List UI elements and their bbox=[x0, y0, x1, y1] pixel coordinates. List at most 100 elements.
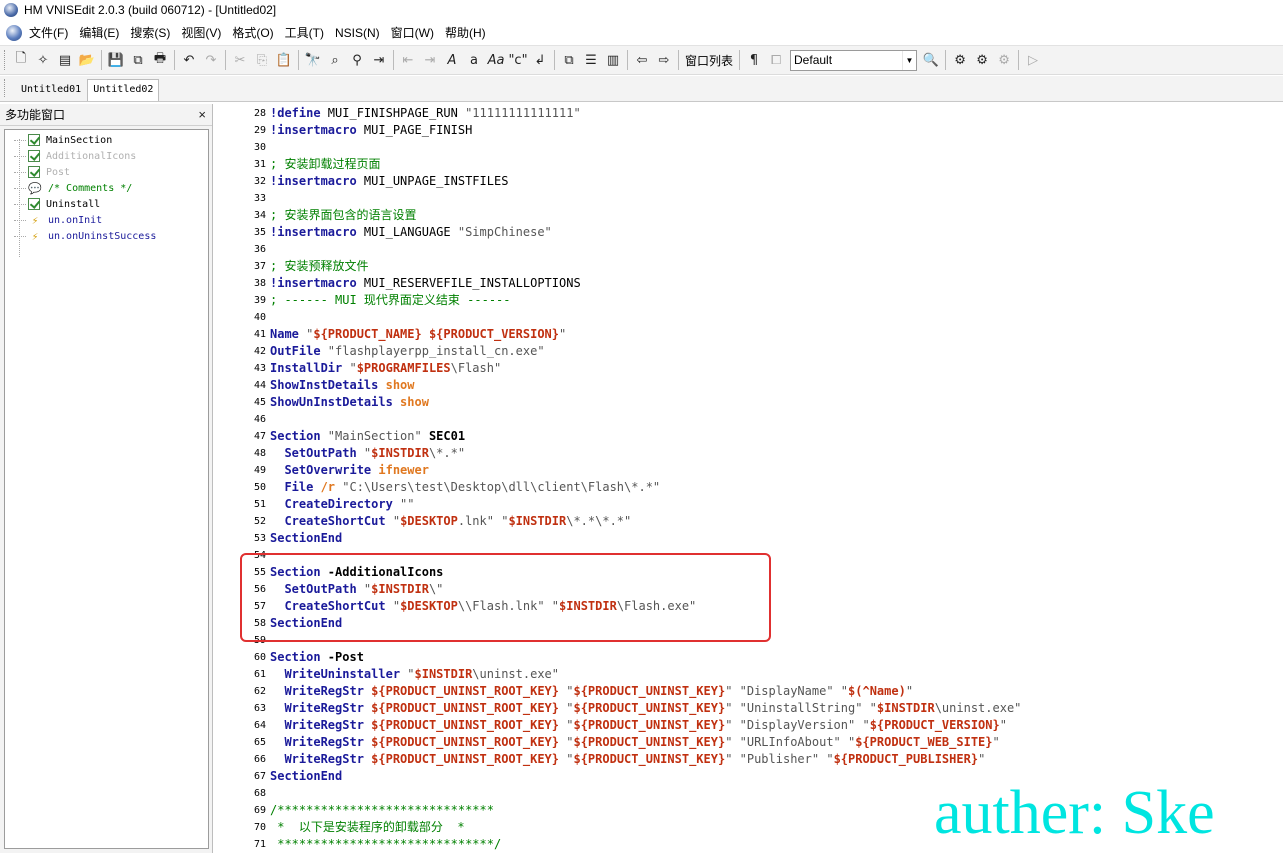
open-folder-icon[interactable]: 📂 bbox=[76, 49, 98, 71]
code-line[interactable]: /****************************** bbox=[270, 802, 494, 819]
indent-icon[interactable]: ⇤ bbox=[397, 49, 419, 71]
goto-line-icon[interactable]: ⇥ bbox=[368, 49, 390, 71]
properties-icon[interactable]: ⧠ bbox=[765, 49, 787, 71]
close-icon[interactable]: × bbox=[198, 107, 206, 122]
tree-item[interactable]: Uninstall bbox=[14, 196, 100, 212]
code-line[interactable]: WriteRegStr ${PRODUCT_UNINST_ROOT_KEY} "… bbox=[270, 751, 985, 768]
tab-untitled02[interactable]: Untitled02 bbox=[87, 79, 160, 101]
code-line[interactable]: Section -Post bbox=[270, 649, 364, 666]
checkbox-checked-icon[interactable] bbox=[28, 134, 40, 146]
inspect-icon[interactable]: 🔍 bbox=[920, 49, 942, 71]
window-list-button[interactable]: 窗口列表 bbox=[682, 52, 736, 69]
tree-item[interactable]: MainSection bbox=[14, 132, 112, 148]
paste-icon[interactable]: 📋 bbox=[273, 49, 295, 71]
lowercase-icon[interactable]: a bbox=[463, 49, 485, 71]
menu-view[interactable]: 视图(V) bbox=[180, 23, 222, 42]
code-line[interactable]: WriteRegStr ${PRODUCT_UNINST_ROOT_KEY} "… bbox=[270, 717, 1007, 734]
replace-icon[interactable]: ⚲ bbox=[346, 49, 368, 71]
copy-icon[interactable]: ⎘ bbox=[251, 49, 273, 71]
checkbox-checked-icon[interactable] bbox=[28, 198, 40, 210]
redo-icon[interactable]: ↷ bbox=[200, 49, 222, 71]
code-line[interactable]: !define MUI_FINISHPAGE_RUN "111111111111… bbox=[270, 105, 581, 122]
paragraph-icon[interactable]: ¶ bbox=[743, 49, 765, 71]
save-icon[interactable]: 💾 bbox=[105, 49, 127, 71]
quote-icon[interactable]: "c" bbox=[507, 49, 529, 71]
code-line[interactable]: ShowInstDetails show bbox=[270, 377, 415, 394]
code-line[interactable]: Name "${PRODUCT_NAME} ${PRODUCT_VERSION}… bbox=[270, 326, 566, 343]
menu-search[interactable]: 搜索(S) bbox=[129, 23, 171, 42]
wrap-icon[interactable]: ↲ bbox=[529, 49, 551, 71]
code-line[interactable]: !insertmacro MUI_LANGUAGE "SimpChinese" bbox=[270, 224, 552, 241]
code-line[interactable]: WriteRegStr ${PRODUCT_UNINST_ROOT_KEY} "… bbox=[270, 700, 1021, 717]
section-tree: MainSection AdditionalIcons Post 💬 /* Co… bbox=[4, 129, 209, 849]
font-case-icon[interactable]: Aa bbox=[485, 49, 507, 71]
code-line[interactable]: CreateShortCut "$DESKTOP.lnk" "$INSTDIR\… bbox=[270, 513, 631, 530]
menu-help[interactable]: 帮助(H) bbox=[444, 23, 487, 42]
next-window-icon[interactable]: ⇨ bbox=[653, 49, 675, 71]
chevron-down-icon[interactable]: ▼ bbox=[902, 50, 916, 70]
code-editor[interactable]: 28 29 30 31 32 33 34 35 36 37 38 39 40 41 42 43 44 45 46 47… bbox=[214, 104, 1283, 853]
mdi-system-icon[interactable] bbox=[6, 24, 22, 41]
font-italic-icon[interactable]: A bbox=[441, 49, 463, 71]
code-token: ; 安装卸载过程页面 bbox=[270, 157, 381, 171]
code-line[interactable]: * 以下是安装程序的卸载部分 * bbox=[270, 819, 464, 836]
code-line[interactable]: ; 安装预释放文件 bbox=[270, 258, 368, 275]
new-file-icon[interactable]: 🗋 bbox=[10, 49, 32, 71]
menu-format[interactable]: 格式(O) bbox=[231, 23, 274, 42]
code-line[interactable]: WriteUninstaller "$INSTDIR\uninst.exe" bbox=[270, 666, 559, 683]
tree-item[interactable]: AdditionalIcons bbox=[14, 148, 136, 164]
cascade-windows-icon[interactable]: ⧉ bbox=[558, 49, 580, 71]
tree-item[interactable]: ⚡ un.onUninstSuccess bbox=[14, 228, 156, 244]
code-line[interactable]: Section "MainSection" SEC01 bbox=[270, 428, 465, 445]
compile-icon[interactable]: ⚙ bbox=[949, 49, 971, 71]
code-line[interactable]: ; 安装界面包含的语言设置 bbox=[270, 207, 416, 224]
find-next-icon[interactable]: ⌕ bbox=[324, 49, 346, 71]
code-line[interactable]: InstallDir "$PROGRAMFILES\Flash" bbox=[270, 360, 501, 377]
menu-nsis[interactable]: NSIS(N) bbox=[334, 25, 381, 41]
tile-vertical-icon[interactable]: ▥ bbox=[602, 49, 624, 71]
outdent-icon[interactable]: ⇥ bbox=[419, 49, 441, 71]
code-line[interactable]: WriteRegStr ${PRODUCT_UNINST_ROOT_KEY} "… bbox=[270, 683, 913, 700]
code-line[interactable]: File /r "C:\Users\test\Desktop\dll\clien… bbox=[270, 479, 660, 496]
checkbox-checked-icon[interactable] bbox=[28, 166, 40, 178]
find-icon[interactable]: 🔭 bbox=[302, 49, 324, 71]
code-line[interactable]: SectionEnd bbox=[270, 530, 342, 547]
menu-edit[interactable]: 编辑(E) bbox=[78, 23, 120, 42]
code-line[interactable]: ShowUnInstDetails show bbox=[270, 394, 429, 411]
code-line[interactable]: ******************************/ bbox=[270, 836, 501, 853]
code-line[interactable]: SectionEnd bbox=[270, 768, 342, 785]
compile-run-icon[interactable]: ⚙ bbox=[971, 49, 993, 71]
template-icon[interactable]: ▤ bbox=[54, 49, 76, 71]
tree-item[interactable]: 💬 /* Comments */ bbox=[14, 180, 132, 196]
code-line[interactable]: SetOverwrite ifnewer bbox=[270, 462, 429, 479]
code-line[interactable]: WriteRegStr ${PRODUCT_UNINST_ROOT_KEY} "… bbox=[270, 734, 999, 751]
tile-horizontal-icon[interactable]: ☰ bbox=[580, 49, 602, 71]
code-line[interactable]: CreateDirectory "" bbox=[270, 496, 414, 513]
code-line[interactable]: SetOutPath "$INSTDIR\*.*" bbox=[270, 445, 465, 462]
style-combo[interactable]: Default ▼ bbox=[790, 49, 918, 71]
code-line[interactable]: !insertmacro MUI_UNPAGE_INSTFILES bbox=[270, 173, 508, 190]
tree-item[interactable]: ⚡ un.onInit bbox=[14, 212, 102, 228]
code-line[interactable]: ; ------ MUI 现代界面定义结束 ------ bbox=[270, 292, 511, 309]
tree-item[interactable]: Post bbox=[14, 164, 70, 180]
wizard-icon[interactable]: ✧ bbox=[32, 49, 54, 71]
save-all-icon[interactable]: ⧉ bbox=[127, 49, 149, 71]
code-line[interactable]: !insertmacro MUI_RESERVEFILE_INSTALLOPTI… bbox=[270, 275, 581, 292]
code-line[interactable]: OutFile "flashplayerpp_install_cn.exe" bbox=[270, 343, 545, 360]
menu-window[interactable]: 窗口(W) bbox=[390, 23, 435, 42]
toolbar-grip[interactable] bbox=[4, 50, 7, 70]
checkbox-checked-icon[interactable] bbox=[28, 150, 40, 162]
play-icon[interactable]: ▷ bbox=[1022, 49, 1044, 71]
menu-tools[interactable]: 工具(T) bbox=[284, 23, 325, 42]
cut-icon[interactable]: ✂ bbox=[229, 49, 251, 71]
tab-untitled01[interactable]: Untitled01 bbox=[15, 79, 87, 101]
print-icon[interactable]: 🖶 bbox=[149, 49, 171, 71]
tabs-grip[interactable] bbox=[4, 79, 7, 97]
code-line[interactable]: ; 安装卸载过程页面 bbox=[270, 156, 380, 173]
test-installer-icon[interactable]: ⚙ bbox=[993, 49, 1015, 71]
menu-file[interactable]: 文件(F) bbox=[28, 23, 69, 42]
code-line[interactable]: !insertmacro MUI_PAGE_FINISH bbox=[270, 122, 472, 139]
line-number: 34 bbox=[253, 210, 266, 221]
prev-window-icon[interactable]: ⇦ bbox=[631, 49, 653, 71]
undo-icon[interactable]: ↶ bbox=[178, 49, 200, 71]
